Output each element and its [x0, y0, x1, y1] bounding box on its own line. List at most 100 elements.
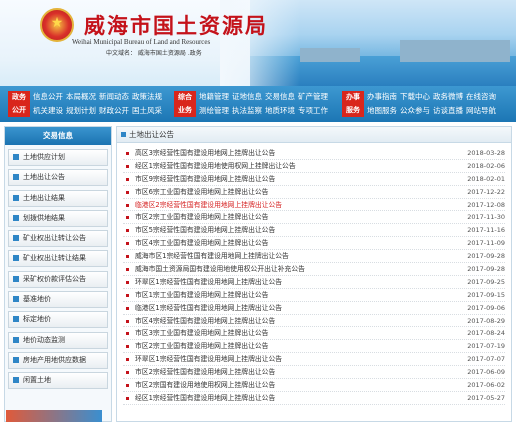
list-item[interactable]: 临港区2宗经营性国有建设用地网上挂牌出让公告 2017-12-08 [123, 199, 505, 212]
notice-title-link[interactable]: 环翠区1宗经营性国有建设用地网上挂牌出让公告 [135, 355, 282, 363]
bullet-icon [126, 384, 129, 388]
sidebar-item-base-land-price[interactable]: 基准地价 [8, 291, 108, 309]
nav-link-organ-building[interactable]: 机关建设 [33, 106, 63, 115]
nav-link-planning[interactable]: 规划计划 [66, 106, 96, 115]
nav-link-downloads[interactable]: 下载中心 [400, 92, 430, 101]
sidebar-promo-banner[interactable] [6, 410, 102, 422]
nav-link-enforcement[interactable]: 执法监察 [232, 106, 262, 115]
nav-link-special-work[interactable]: 专项工作 [298, 106, 328, 115]
list-item[interactable]: 市区2宗工业国有建设用地网上挂牌出让公告 2017-07-19 [123, 340, 505, 354]
domain-line: 中文域名： 威海市国土资源局 .政务 [106, 50, 202, 57]
sidebar-item-allocation-result[interactable]: 划拨供地结果 [8, 209, 108, 227]
nav-link-surveying[interactable]: 测绘管理 [199, 106, 229, 115]
sidebar-item-land-supply-plan[interactable]: 土地供应计划 [8, 149, 108, 166]
notice-title-link[interactable]: 威海市国土资源局国有建设用地使用权公开出让补充公告 [135, 265, 305, 273]
nav-link-consult[interactable]: 在线咨询 [466, 92, 496, 101]
nav-link-public-participation[interactable]: 公众参与 [400, 106, 430, 115]
bullet-icon [126, 345, 129, 349]
notice-title-link[interactable]: 市区3宗工业国有建设用地网上挂牌出让公告 [135, 329, 268, 337]
list-item[interactable]: 经区1宗经营性国有建设用地使用权网上挂牌出让公告 2018-02-06 [123, 160, 505, 173]
notice-date: 2018-02-01 [467, 174, 505, 183]
list-item[interactable]: 威海市国土资源局国有建设用地使用权公开出让补充公告 2017-09-28 [123, 263, 505, 276]
notice-date: 2017-09-25 [467, 277, 505, 286]
nav-link-land-cert[interactable]: 证地信息 [232, 92, 262, 101]
list-item[interactable]: 市区4宗工业国有建设用地网上挂牌出让公告 2017-11-09 [123, 237, 505, 251]
bullet-icon [126, 216, 129, 220]
nav-link-geo-env[interactable]: 地质环境 [265, 106, 295, 115]
notice-title-link[interactable]: 市区9宗经营性国有建设用地网上挂牌出让公告 [135, 175, 275, 183]
square-bullet-icon [13, 316, 19, 323]
sidebar-item-calibrated-land-price[interactable]: 标定地价 [8, 311, 108, 329]
notice-title-link[interactable]: 环翠区1宗经营性国有建设用地网上挂牌出让公告 [135, 278, 282, 286]
sidebar-item-land-transfer-result[interactable]: 土地出让结果 [8, 189, 108, 207]
bullet-icon [126, 255, 129, 259]
nav-link-finance[interactable]: 财政公开 [99, 106, 129, 115]
list-item[interactable]: 市区9宗经营性国有建设用地网上挂牌出让公告 2018-02-01 [123, 173, 505, 186]
nav-link-policies[interactable]: 政策法规 [132, 92, 162, 101]
notice-title-link[interactable]: 高区3宗经营性国有建设用地网上挂牌出让公告 [135, 149, 275, 157]
nav-link-news[interactable]: 新闻动态 [99, 92, 129, 101]
notice-date: 2017-07-07 [467, 355, 505, 364]
notice-title-link[interactable]: 市区5宗经营性国有建设用地网上挂牌出让公告 [135, 226, 275, 234]
notice-title-link[interactable]: 市区6宗工业国有建设用地网上挂牌出让公告 [135, 188, 268, 196]
square-bullet-icon [13, 235, 19, 242]
nav-link-guide[interactable]: 办事指南 [367, 92, 397, 101]
nav-tag-services: 办事 服务 [342, 91, 364, 117]
notice-list: 高区3宗经营性国有建设用地网上挂牌出让公告 2018-03-28 经区1宗经营性国有… [117, 143, 511, 405]
notice-title-link[interactable]: 临港区1宗经营性国有建设用地网上挂牌出让公告 [135, 304, 282, 312]
notice-title-link[interactable]: 经区1宗经营性国有建设用地网上挂牌出让公告 [135, 394, 275, 402]
nav-link-weibo[interactable]: 政务微博 [433, 92, 463, 101]
sidebar-item-mining-right-result[interactable]: 矿业权出让转让结果 [8, 250, 108, 268]
list-item[interactable]: 市区2宗国有建设用地使用权网上挂牌出让公告 2017-06-02 [123, 379, 505, 392]
list-item[interactable]: 经区1宗经营性国有建设用地网上挂牌出让公告 2017-05-27 [123, 392, 505, 405]
list-item[interactable]: 市区1宗工业国有建设用地网上挂牌出让公告 2017-09-15 [123, 289, 505, 302]
notice-title-link[interactable]: 市区4宗经营性国有建设用地网上挂牌出让公告 [135, 317, 275, 325]
notice-date: 2017-12-22 [467, 187, 505, 196]
bullet-icon [126, 268, 129, 272]
list-item[interactable]: 临港区1宗经营性国有建设用地网上挂牌出让公告 2017-09-06 [123, 302, 505, 315]
notice-title-link[interactable]: 经区1宗经营性国有建设用地使用权网上挂牌出让公告 [135, 162, 296, 170]
notice-title-link[interactable]: 市区2宗经营性国有建设用地网上挂牌出让公告 [135, 368, 275, 376]
sidebar-item-real-estate-supply[interactable]: 房地产用地供应数据 [8, 351, 108, 369]
nav-link-info-disclosure[interactable]: 信息公开 [33, 92, 63, 101]
notice-date: 2017-08-24 [467, 329, 505, 338]
notice-title-link[interactable]: 威海市区1宗经营性国有建设用地网上挂牌出让公告 [135, 252, 289, 260]
notice-title-link[interactable]: 市区2宗国有建设用地使用权网上挂牌出让公告 [135, 381, 275, 389]
sidebar: 交易信息 土地供应计划 土地出让公告 土地出让结果 划拨供地结果 矿业权出让转让… [4, 126, 112, 422]
notice-title-link[interactable]: 临港区2宗经营性国有建设用地网上挂牌出让公告 [135, 201, 282, 209]
sidebar-menu: 土地供应计划 土地出让公告 土地出让结果 划拨供地结果 矿业权出让转让公告 矿业… [5, 145, 111, 390]
notice-date: 2017-06-02 [467, 381, 505, 390]
nav-link-trading[interactable]: 交易信息 [265, 92, 295, 101]
list-item[interactable]: 高区3宗经营性国有建设用地网上挂牌出让公告 2018-03-28 [123, 147, 505, 160]
list-item[interactable]: 环翠区1宗经营性国有建设用地网上挂牌出让公告 2017-09-25 [123, 276, 505, 289]
list-item[interactable]: 市区4宗经营性国有建设用地网上挂牌出让公告 2017-08-29 [123, 315, 505, 328]
nav-link-site-nav[interactable]: 网站导航 [466, 106, 496, 115]
list-item[interactable]: 环翠区1宗经营性国有建设用地网上挂牌出让公告 2017-07-07 [123, 353, 505, 367]
nav-link-gallery[interactable]: 国土风采 [132, 106, 162, 115]
nav-link-cadastre[interactable]: 地籍管理 [199, 92, 229, 101]
nav-link-bureau-overview[interactable]: 本局概况 [66, 92, 96, 101]
nav-link-mining[interactable]: 矿产管理 [298, 92, 328, 101]
list-item[interactable]: 威海市区1宗经营性国有建设用地网上挂牌出让公告 2017-09-28 [123, 250, 505, 264]
list-item[interactable]: 市区2宗工业国有建设用地网上挂牌出让公告 2017-11-30 [123, 211, 505, 225]
list-item[interactable]: 市区6宗工业国有建设用地网上挂牌出让公告 2017-12-22 [123, 186, 505, 199]
notice-date: 2017-07-19 [467, 342, 505, 351]
sidebar-item-mining-price-notice[interactable]: 采矿权价款评估公告 [8, 270, 108, 288]
list-item[interactable]: 市区2宗经营性国有建设用地网上挂牌出让公告 2017-06-09 [123, 366, 505, 380]
list-item[interactable]: 市区5宗经营性国有建设用地网上挂牌出让公告 2017-11-16 [123, 224, 505, 238]
notice-title-link[interactable]: 市区2宗工业国有建设用地网上挂牌出让公告 [135, 342, 268, 350]
nav-link-map-service[interactable]: 地图服务 [367, 106, 397, 115]
notice-title-link[interactable]: 市区2宗工业国有建设用地网上挂牌出让公告 [135, 213, 268, 221]
notice-date: 2018-02-06 [467, 161, 505, 170]
sidebar-item-idle-land[interactable]: 闲置土地 [8, 372, 108, 390]
notice-title-link[interactable]: 市区4宗工业国有建设用地网上挂牌出让公告 [135, 239, 268, 247]
nav-link-live-interview[interactable]: 访谈直播 [433, 106, 463, 115]
square-bullet-icon [121, 132, 126, 137]
notice-title-link[interactable]: 市区1宗工业国有建设用地网上挂牌出让公告 [135, 291, 268, 299]
list-item[interactable]: 市区3宗工业国有建设用地网上挂牌出让公告 2017-08-24 [123, 327, 505, 341]
sidebar-item-land-transfer-notice[interactable]: 土地出让公告 [8, 169, 108, 187]
notice-date: 2017-05-27 [467, 393, 505, 402]
notice-panel-header: 土地出让公告 [117, 127, 511, 143]
sidebar-item-mining-right-notice[interactable]: 矿业权出让转让公告 [8, 230, 108, 248]
sidebar-item-land-price-monitoring[interactable]: 地价动态监测 [8, 331, 108, 349]
